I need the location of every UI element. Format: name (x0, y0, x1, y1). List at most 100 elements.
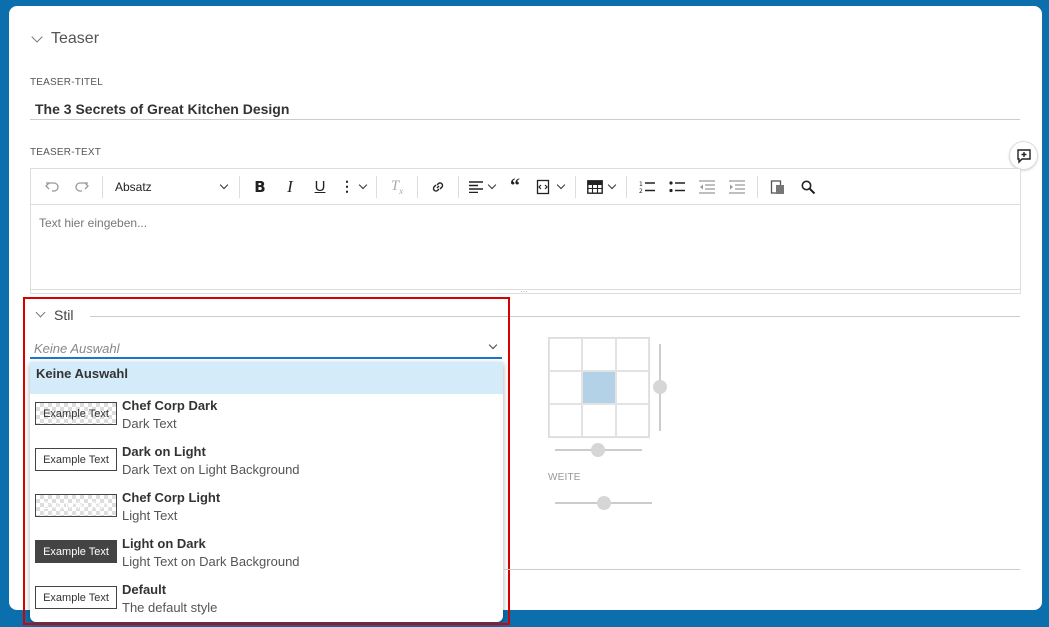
width-label: WEITE (548, 472, 581, 483)
undo-button[interactable] (38, 172, 66, 202)
chevron-down-icon (556, 180, 566, 189)
style-option-name: Chef Corp Light (122, 490, 221, 505)
grid-cell[interactable] (615, 338, 649, 371)
style-option-description: Dark Text (122, 416, 177, 431)
section-divider (504, 569, 1020, 570)
style-option[interactable]: Example Text Dark on Light Dark Text on … (30, 440, 503, 486)
grid-cell[interactable] (615, 404, 649, 437)
paste-icon (770, 179, 784, 194)
find-replace-icon (801, 180, 816, 194)
style-option-name: Chef Corp Dark (122, 398, 218, 413)
grid-cell[interactable] (582, 338, 616, 371)
grid-cell[interactable] (582, 404, 616, 437)
grid-cell[interactable] (615, 371, 649, 404)
align-left-icon (469, 180, 483, 193)
indent-button[interactable] (723, 172, 751, 202)
style-option[interactable]: Example Text Chef Corp Light Light Text (30, 486, 503, 532)
add-comment-icon (1016, 148, 1031, 164)
grid-cell[interactable] (549, 371, 583, 404)
teaser-title-field[interactable]: The 3 Secrets of Great Kitchen Design (35, 101, 289, 117)
grid-cell[interactable] (549, 404, 583, 437)
horizontal-slider-thumb[interactable] (591, 443, 605, 457)
resize-grip-icon[interactable]: ··· (520, 287, 528, 296)
style-option-description: Light Text on Dark Background (122, 554, 300, 569)
outdent-button[interactable] (693, 172, 721, 202)
chevron-down-icon (607, 180, 617, 189)
italic-icon: I (287, 176, 293, 196)
blockquote-icon: “ (510, 175, 520, 197)
table-icon (587, 179, 603, 194)
teaser-title-label: TEASER-TITEL (30, 77, 103, 88)
teaser-section-header[interactable]: Teaser (31, 30, 99, 48)
toolbar-separator (239, 175, 240, 198)
chevron-down-icon (219, 180, 229, 189)
blockquote-button[interactable]: “ (501, 172, 529, 202)
toolbar-separator (458, 175, 459, 198)
redo-button[interactable] (68, 172, 96, 202)
style-preview: Example Text (35, 494, 117, 517)
style-preview: Example Text (35, 448, 117, 471)
link-button[interactable] (424, 172, 452, 202)
style-option-name: Default (122, 582, 167, 597)
vertical-slider-thumb[interactable] (653, 380, 667, 394)
remove-format-icon: Tx (390, 177, 404, 196)
paste-button[interactable] (764, 172, 792, 202)
stil-divider (90, 316, 1020, 317)
chevron-down-icon (488, 340, 498, 350)
bulleted-list-button[interactable] (663, 172, 691, 202)
style-select[interactable]: Keine Auswahl (30, 337, 502, 359)
teaser-text-editor[interactable]: Text hier eingeben... (30, 204, 1021, 290)
underline-button[interactable]: U (306, 172, 334, 202)
alignment-dropdown[interactable] (465, 172, 499, 202)
style-option[interactable]: Example Text Chef Corp Dark Dark Text (30, 394, 503, 440)
bold-button[interactable]: B (246, 172, 274, 202)
style-option-none[interactable]: Keine Auswahl (30, 362, 503, 394)
code-block-dropdown[interactable] (531, 172, 569, 202)
stil-section-header[interactable]: Stil (35, 307, 74, 323)
indent-icon (729, 179, 745, 194)
style-preview: Example Text (35, 586, 117, 609)
style-select-value: Keine Auswahl (34, 341, 120, 356)
style-option[interactable]: Example Text Light on Dark Light Text on… (30, 532, 503, 578)
more-icon: ⋮ (340, 178, 354, 194)
more-formatting-dropdown[interactable]: ⋮ (336, 172, 370, 202)
svg-text:1: 1 (639, 181, 643, 188)
numbered-list-button[interactable]: 12 (633, 172, 661, 202)
bold-icon: B (254, 177, 266, 196)
style-option-description: Dark Text on Light Background (122, 462, 300, 477)
toolbar-separator (102, 175, 103, 198)
toolbar-separator (626, 175, 627, 198)
style-preview: Example Text (35, 540, 117, 563)
link-icon (432, 181, 444, 192)
chevron-down-icon (487, 180, 497, 189)
svg-text:2: 2 (639, 188, 643, 194)
title-underline (30, 119, 1020, 120)
chevron-down-icon (358, 180, 368, 189)
grid-cell-selected[interactable] (582, 371, 616, 404)
undo-icon (45, 181, 59, 192)
position-grid (548, 337, 650, 438)
style-option-description: The default style (122, 600, 218, 615)
chevron-down-icon (31, 30, 43, 43)
toolbar-separator (575, 175, 576, 198)
add-comment-button[interactable] (1009, 141, 1038, 170)
editor-placeholder: Text hier eingeben... (39, 216, 148, 230)
toolbar-separator (376, 175, 377, 198)
style-option-description: Light Text (122, 508, 178, 523)
grid-cell[interactable] (549, 338, 583, 371)
style-preview: Example Text (35, 402, 117, 425)
paragraph-format-value: Absatz (115, 179, 152, 194)
remove-format-button[interactable]: Tx (383, 172, 411, 202)
paragraph-format-dropdown[interactable]: Absatz (109, 172, 233, 202)
style-option-name: Dark on Light (122, 444, 206, 459)
code-block-icon (536, 179, 550, 194)
redo-icon (75, 181, 89, 192)
style-dropdown-menu: Keine Auswahl Example Text Chef Corp Dar… (30, 362, 503, 622)
stil-section-title: Stil (54, 307, 74, 323)
style-option[interactable]: Example Text Default The default style (30, 578, 503, 622)
width-slider-thumb[interactable] (597, 496, 611, 510)
italic-button[interactable]: I (276, 172, 304, 202)
toolbar-separator (417, 175, 418, 198)
find-replace-button[interactable] (794, 172, 822, 202)
insert-table-dropdown[interactable] (582, 172, 620, 202)
